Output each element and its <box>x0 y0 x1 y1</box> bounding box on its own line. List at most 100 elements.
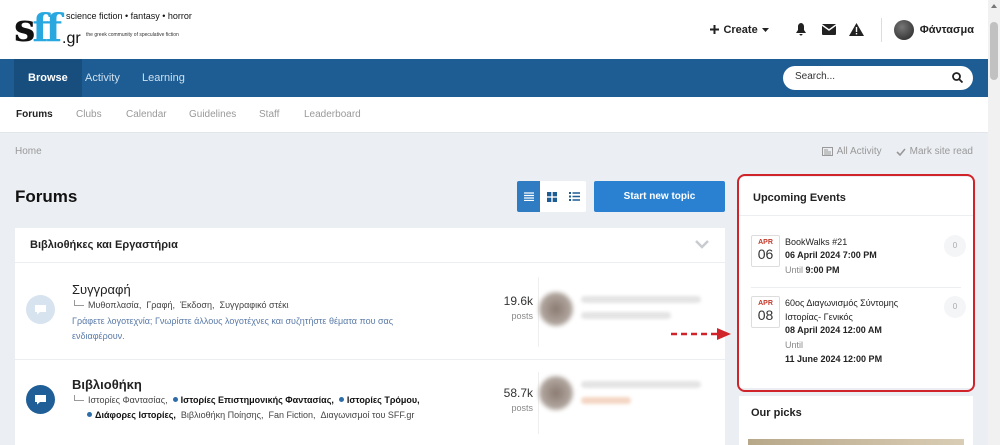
plus-icon <box>710 25 720 34</box>
primary-nav: Browse Activity Learning <box>0 59 988 97</box>
last-poster-avatar[interactable] <box>539 376 573 410</box>
forum-post-count: 58.7k posts <box>455 386 533 413</box>
forum-post-count: 19.6k posts <box>455 294 533 321</box>
forum-status-icon[interactable] <box>26 295 55 324</box>
all-activity-link[interactable]: All Activity <box>821 146 882 157</box>
bell-icon[interactable] <box>793 22 809 38</box>
subforum-link[interactable]: Ιστορίες Φαντασίας, <box>88 395 168 405</box>
divider <box>880 17 882 42</box>
grid-view-button[interactable] <box>540 181 563 212</box>
forum-title[interactable]: Βιβλιοθήκη <box>72 377 142 392</box>
subforum-list: Ιστορίες Φαντασίας, Ιστορίες Επιστημονική… <box>72 393 512 423</box>
tree-connector <box>74 395 84 401</box>
list-view-button[interactable] <box>517 181 540 212</box>
nav-tab-learning[interactable]: Learning <box>128 59 199 97</box>
subforum-link[interactable]: Διαγωνισμοί του SFF.gr <box>321 410 415 420</box>
last-post-meta-blurred <box>581 312 671 319</box>
forum-description-line: ενδιαφέρουν. <box>72 331 125 341</box>
category-header: Βιβλιοθήκες και Εργαστήρια <box>15 228 725 263</box>
user-avatar[interactable] <box>893 19 914 40</box>
site-header: sff .gr science fiction • fantasy • horr… <box>0 0 988 59</box>
divider <box>538 372 539 434</box>
tree-connector <box>74 300 84 306</box>
subnav-tab-calendar[interactable]: Calendar <box>126 97 167 133</box>
subforum-link[interactable]: Fan Fiction, <box>269 410 316 420</box>
secondary-nav: Forums Clubs Calendar Guidelines Staff L… <box>0 97 988 133</box>
subforum-link[interactable]: Ιστορίες Επιστημονικής Φαντασίας, <box>181 395 334 405</box>
chat-bubble-icon <box>35 305 46 315</box>
chat-bubble-icon <box>35 395 46 405</box>
view-toggle <box>517 181 586 212</box>
logo-mark: sff <box>14 5 62 50</box>
forum-row: Βιβλιοθήκη Ιστορίες Φαντασίας, Ιστορίες Ε… <box>15 360 725 445</box>
subnav-tab-staff[interactable]: Staff <box>259 97 279 133</box>
check-icon <box>896 147 906 156</box>
subnav-tab-leaderboard[interactable]: Leaderboard <box>304 97 361 133</box>
all-activity-label: All Activity <box>836 146 882 157</box>
create-label: Create <box>723 23 758 36</box>
last-post-author-blurred[interactable] <box>581 397 631 404</box>
scroll-up-icon[interactable] <box>991 4 997 8</box>
subforum-link[interactable]: Διάφορες Ιστορίες, <box>95 410 176 420</box>
bulleted-list-icon <box>569 192 580 201</box>
subnav-tab-clubs[interactable]: Clubs <box>76 97 102 133</box>
subforum-line: Ιστορίες Φαντασίας, Ιστορίες Επιστημονική… <box>72 393 512 408</box>
search-icon[interactable] <box>952 72 963 83</box>
forum-title[interactable]: Συγγραφή <box>72 282 131 297</box>
post-count-label: posts <box>511 403 533 413</box>
chevron-down-icon[interactable] <box>695 240 709 249</box>
subnav-tab-forums[interactable]: Forums <box>16 97 53 133</box>
category-title[interactable]: Βιβλιοθήκες και Εργαστήρια <box>30 239 178 251</box>
page-scrollbar[interactable] <box>988 0 1000 445</box>
forum-status-icon[interactable] <box>26 385 55 414</box>
forum-description: Γράφετε λογοτεχνία; Γνωρίστε άλλους λογο… <box>72 314 472 344</box>
create-button[interactable]: Create <box>710 23 769 36</box>
subforum-link[interactable]: Γραφή, <box>146 300 175 310</box>
subforum-list: Μυθοπλασία, Γραφή, Έκδοση, Συγγραφικό στέκι <box>72 298 472 313</box>
search-box <box>783 66 973 90</box>
nav-tab-activity[interactable]: Activity <box>71 59 134 97</box>
mark-read-label: Mark site read <box>909 146 973 157</box>
newspaper-icon <box>821 147 833 156</box>
page-title: Forums <box>15 187 78 206</box>
caret-down-icon <box>761 27 769 32</box>
highlight-box <box>737 174 975 392</box>
logo-tagline: science fiction • fantasy • horror <box>66 11 192 21</box>
scrollbar-thumb[interactable] <box>990 22 998 80</box>
start-new-topic-button[interactable]: Start new topic <box>594 181 725 212</box>
unread-dot-icon <box>87 412 92 417</box>
grid-icon <box>546 191 557 202</box>
last-post-title-blurred[interactable] <box>581 296 701 303</box>
forum-description-line: Γράφετε λογοτεχνία; Γνωρίστε άλλους λογο… <box>72 316 394 326</box>
subnav-tab-guidelines[interactable]: Guidelines <box>189 97 236 133</box>
subforum-link[interactable]: Έκδοση, <box>180 300 215 310</box>
fluid-view-button[interactable] <box>563 181 586 212</box>
subforum-link[interactable]: Βιβλιοθήκη Ποίησης, <box>181 410 264 420</box>
username-menu[interactable]: Φάντασμα <box>920 24 974 36</box>
subforum-link[interactable]: Μυθοπλασία, <box>88 300 141 310</box>
user-bar: Create Φάντασμα <box>710 0 988 59</box>
breadcrumb-home[interactable]: Home <box>15 146 42 157</box>
widget-title: Our picks <box>751 407 802 419</box>
last-post-title-blurred[interactable] <box>581 381 701 388</box>
post-count-value: 58.7k <box>503 386 533 400</box>
post-count-label: posts <box>511 311 533 321</box>
forum-category: Βιβλιοθήκες και Εργαστήρια Συγγραφή Μυθο… <box>15 228 725 445</box>
search-input[interactable] <box>795 71 945 82</box>
last-poster-avatar[interactable] <box>539 292 573 326</box>
subforum-line: Διάφορες Ιστορίες, Βιβλιοθήκη Ποίησης, Fan… <box>87 408 512 423</box>
site-logo[interactable]: sff .gr science fiction • fantasy • horr… <box>14 5 192 50</box>
logo-subline: the greek community of speculative ficti… <box>86 32 179 38</box>
envelope-icon[interactable] <box>821 22 837 38</box>
logo-domain: .gr <box>62 30 81 47</box>
unread-dot-icon <box>338 397 344 402</box>
subforum-link[interactable]: Συγγραφικό στέκι <box>220 300 289 310</box>
list-icon <box>523 192 534 201</box>
mark-read-link[interactable]: Mark site read <box>896 146 973 157</box>
subforum-link[interactable]: Ιστορίες Τρόμου, <box>347 395 420 405</box>
post-count-value: 19.6k <box>503 294 533 308</box>
breadcrumb-actions: All Activity Mark site read <box>821 146 973 157</box>
warning-icon[interactable] <box>849 22 865 38</box>
pick-image[interactable] <box>748 439 964 445</box>
our-picks-widget: Our picks <box>739 396 973 445</box>
